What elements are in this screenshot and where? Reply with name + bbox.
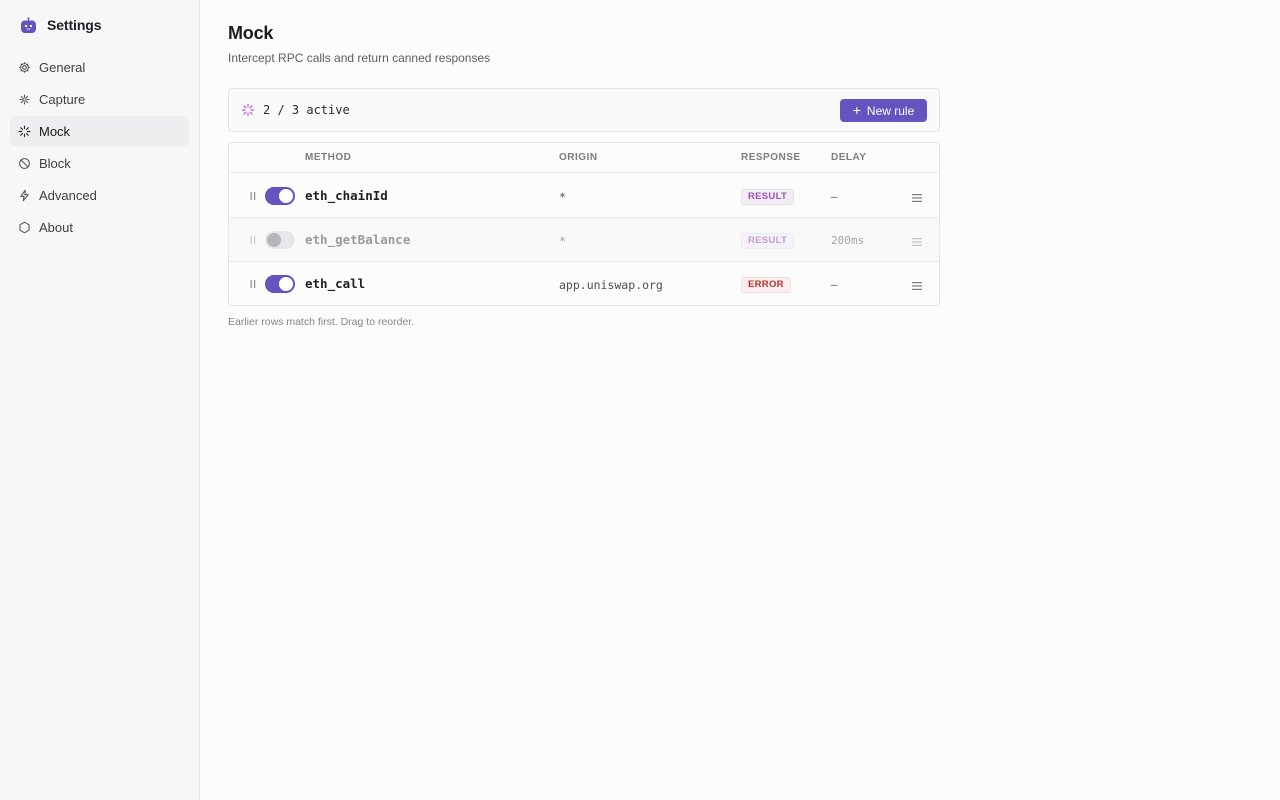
column-header-origin: ORIGIN: [559, 152, 598, 163]
block-icon: [18, 157, 31, 170]
rule-enabled-toggle[interactable]: [265, 231, 295, 249]
sidebar-item-label: General: [39, 59, 86, 75]
rules-table: METHOD ORIGIN RESPONSE DELAY eth_chainId…: [228, 142, 940, 306]
sidebar-item-mock[interactable]: Mock: [10, 116, 189, 146]
sidebar-item-label: Block: [39, 155, 71, 171]
table-row[interactable]: eth_call app.uniswap.org ERROR —: [229, 262, 939, 305]
drag-handle-icon[interactable]: [250, 233, 256, 245]
reorder-hint: Earlier rows match first. Drag to reorde…: [228, 316, 415, 328]
rule-delay: —: [831, 278, 838, 291]
table-row[interactable]: eth_getBalance * RESULT 200ms: [229, 218, 939, 262]
sidebar-item-label: Advanced: [39, 187, 97, 203]
response-badge: ERROR: [741, 277, 791, 293]
app-title: Settings: [47, 17, 102, 33]
rule-method: eth_chainId: [305, 188, 388, 203]
rule-enabled-toggle[interactable]: [265, 187, 295, 205]
new-rule-label: New rule: [866, 103, 915, 118]
rule-origin: app.uniswap.org: [559, 278, 663, 292]
rule-method: eth_getBalance: [305, 232, 411, 247]
column-header-method: METHOD: [305, 152, 352, 163]
toggle-knob: [279, 277, 293, 291]
plus-icon: +: [852, 102, 861, 118]
page-title: Mock: [228, 23, 274, 43]
sidebar: Settings General Capture Mock Block Adva…: [0, 0, 200, 800]
rule-delay: —: [831, 190, 838, 203]
table-header: METHOD ORIGIN RESPONSE DELAY: [229, 143, 939, 173]
new-rule-button[interactable]: + New rule: [840, 99, 927, 122]
sidebar-item-about[interactable]: About: [10, 212, 189, 242]
page-subtitle: Intercept RPC calls and return canned re…: [228, 51, 491, 65]
summary-bar: 2 / 3 active + New rule: [228, 88, 940, 132]
column-header-delay: DELAY: [831, 152, 867, 163]
rule-method: eth_call: [305, 276, 366, 291]
table-row[interactable]: eth_chainId * RESULT —: [229, 174, 939, 218]
gear-icon: [18, 61, 31, 74]
sidebar-item-block[interactable]: Block: [10, 148, 189, 178]
drag-handle-icon[interactable]: [250, 189, 256, 201]
spinner-icon: [241, 103, 255, 117]
column-header-response: RESPONSE: [741, 152, 801, 163]
row-menu-icon[interactable]: [911, 234, 923, 246]
lightning-icon: [18, 189, 31, 202]
row-menu-icon[interactable]: [911, 190, 923, 202]
rule-origin: *: [559, 190, 566, 204]
rule-origin: *: [559, 234, 566, 248]
toggle-knob: [267, 233, 281, 247]
row-menu-icon[interactable]: [911, 278, 923, 290]
rule-enabled-toggle[interactable]: [265, 275, 295, 293]
drag-handle-icon[interactable]: [250, 277, 256, 289]
robot-logo-icon: [20, 16, 37, 34]
brand: Settings: [20, 15, 102, 35]
sidebar-item-label: About: [39, 219, 73, 235]
active-count: 2 / 3 active: [263, 103, 350, 117]
sidebar-item-label: Capture: [39, 91, 86, 107]
sidebar-item-general[interactable]: General: [10, 52, 189, 82]
spinner-icon: [18, 125, 31, 138]
capture-icon: [18, 93, 31, 106]
rule-delay: 200ms: [831, 234, 865, 247]
sidebar-item-advanced[interactable]: Advanced: [10, 180, 189, 210]
hexagon-icon: [18, 221, 31, 234]
toggle-knob: [279, 189, 293, 203]
sidebar-item-capture[interactable]: Capture: [10, 84, 189, 114]
sidebar-item-label: Mock: [39, 123, 71, 139]
sidebar-nav: General Capture Mock Block Advanced Abou…: [10, 52, 189, 244]
response-badge: RESULT: [741, 233, 795, 249]
response-badge: RESULT: [741, 189, 795, 205]
